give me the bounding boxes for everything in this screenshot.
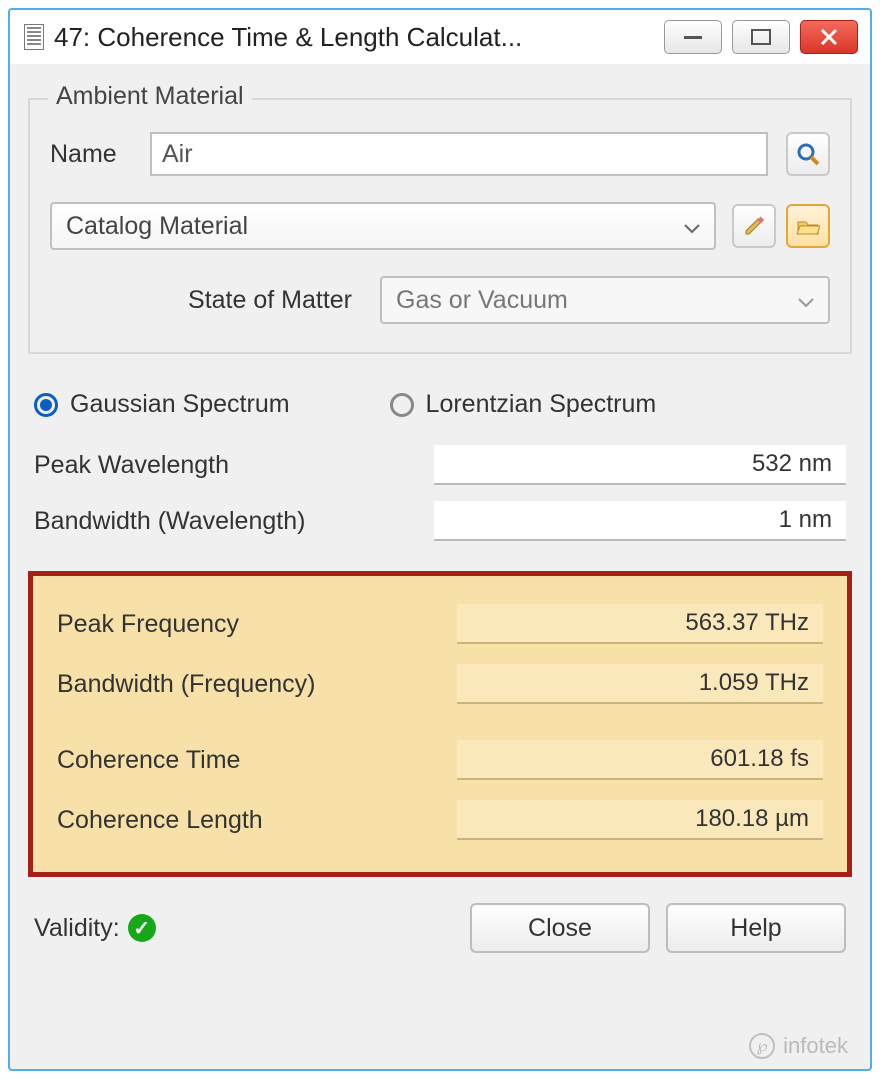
bandwidth-frequency-field: 1.059 THz xyxy=(457,664,823,704)
ambient-legend: Ambient Material xyxy=(48,82,252,111)
gaussian-label: Gaussian Spectrum xyxy=(70,390,290,419)
window-title: 47: Coherence Time & Length Calculat... xyxy=(54,22,522,53)
peak-wavelength-row: Peak Wavelength 532 nm xyxy=(34,437,846,493)
name-row: Name Air xyxy=(50,132,830,176)
chevron-down-icon xyxy=(684,212,700,241)
calculator-icon xyxy=(24,24,44,50)
bandwidth-frequency-row: Bandwidth (Frequency) 1.059 THz xyxy=(57,654,823,714)
peak-frequency-label: Peak Frequency xyxy=(57,610,457,639)
chevron-down-icon xyxy=(798,286,814,315)
validity-indicator: Validity: ✓ xyxy=(34,914,156,943)
lorentzian-radio[interactable]: Lorentzian Spectrum xyxy=(390,390,657,419)
peak-frequency-row: Peak Frequency 563.37 THz xyxy=(57,594,823,654)
bandwidth-wavelength-label: Bandwidth (Wavelength) xyxy=(34,507,434,536)
watermark: ℘ infotek xyxy=(749,1033,848,1059)
material-type-combo[interactable]: Catalog Material xyxy=(50,202,716,250)
spectrum-radio-group: Gaussian Spectrum Lorentzian Spectrum xyxy=(34,390,846,419)
search-material-button[interactable] xyxy=(786,132,830,176)
coherence-length-row: Coherence Length 180.18 µm xyxy=(57,790,823,850)
coherence-time-row: Coherence Time 601.18 fs xyxy=(57,730,823,790)
folder-open-icon xyxy=(796,216,820,236)
coherence-length-field: 180.18 µm xyxy=(457,800,823,840)
open-material-button[interactable] xyxy=(786,204,830,248)
state-combo[interactable]: Gas or Vacuum xyxy=(380,276,830,324)
watermark-icon: ℘ xyxy=(749,1033,775,1059)
name-label: Name xyxy=(50,140,150,169)
bandwidth-wavelength-field[interactable]: 1 nm xyxy=(434,501,846,541)
lorentzian-label: Lorentzian Spectrum xyxy=(426,390,657,419)
close-window-button[interactable] xyxy=(800,20,858,54)
material-type-value: Catalog Material xyxy=(66,212,248,241)
peak-frequency-field: 563.37 THz xyxy=(457,604,823,644)
maximize-button[interactable] xyxy=(732,20,790,54)
state-row: State of Matter Gas or Vacuum xyxy=(50,276,830,324)
peak-wavelength-field[interactable]: 532 nm xyxy=(434,445,846,485)
ambient-material-group: Ambient Material Name Air Catalog Materi… xyxy=(28,98,852,354)
maximize-icon xyxy=(751,29,771,45)
edit-material-button[interactable] xyxy=(732,204,776,248)
minimize-icon xyxy=(680,30,706,44)
coherence-time-field: 601.18 fs xyxy=(457,740,823,780)
bandwidth-wavelength-row: Bandwidth (Wavelength) 1 nm xyxy=(34,493,846,549)
bandwidth-frequency-label: Bandwidth (Frequency) xyxy=(57,670,457,699)
dialog-body: Ambient Material Name Air Catalog Materi… xyxy=(10,64,870,971)
minimize-button[interactable] xyxy=(664,20,722,54)
search-icon xyxy=(796,142,820,166)
state-label: State of Matter xyxy=(50,286,380,315)
footer: Validity: ✓ Close Help xyxy=(34,903,846,953)
window-buttons xyxy=(664,20,870,54)
input-section: Peak Wavelength 532 nm Bandwidth (Wavele… xyxy=(34,437,846,549)
coherence-length-label: Coherence Length xyxy=(57,806,457,835)
radio-dot-selected-icon xyxy=(34,393,58,417)
titlebar: 47: Coherence Time & Length Calculat... xyxy=(10,10,870,64)
results-section: Peak Frequency 563.37 THz Bandwidth (Fre… xyxy=(28,571,852,877)
state-value: Gas or Vacuum xyxy=(396,286,568,315)
gaussian-radio[interactable]: Gaussian Spectrum xyxy=(34,390,290,419)
check-icon: ✓ xyxy=(128,914,156,942)
watermark-text: infotek xyxy=(783,1033,848,1059)
pencil-icon xyxy=(743,215,765,237)
name-field[interactable]: Air xyxy=(150,132,768,176)
help-button[interactable]: Help xyxy=(666,903,846,953)
validity-label: Validity: xyxy=(34,914,120,943)
close-button[interactable]: Close xyxy=(470,903,650,953)
radio-dot-icon xyxy=(390,393,414,417)
peak-wavelength-label: Peak Wavelength xyxy=(34,451,434,480)
close-icon xyxy=(818,26,840,48)
coherence-time-label: Coherence Time xyxy=(57,746,457,775)
dialog-window: 47: Coherence Time & Length Calculat... … xyxy=(8,8,872,1071)
catalog-row: Catalog Material xyxy=(50,202,830,250)
